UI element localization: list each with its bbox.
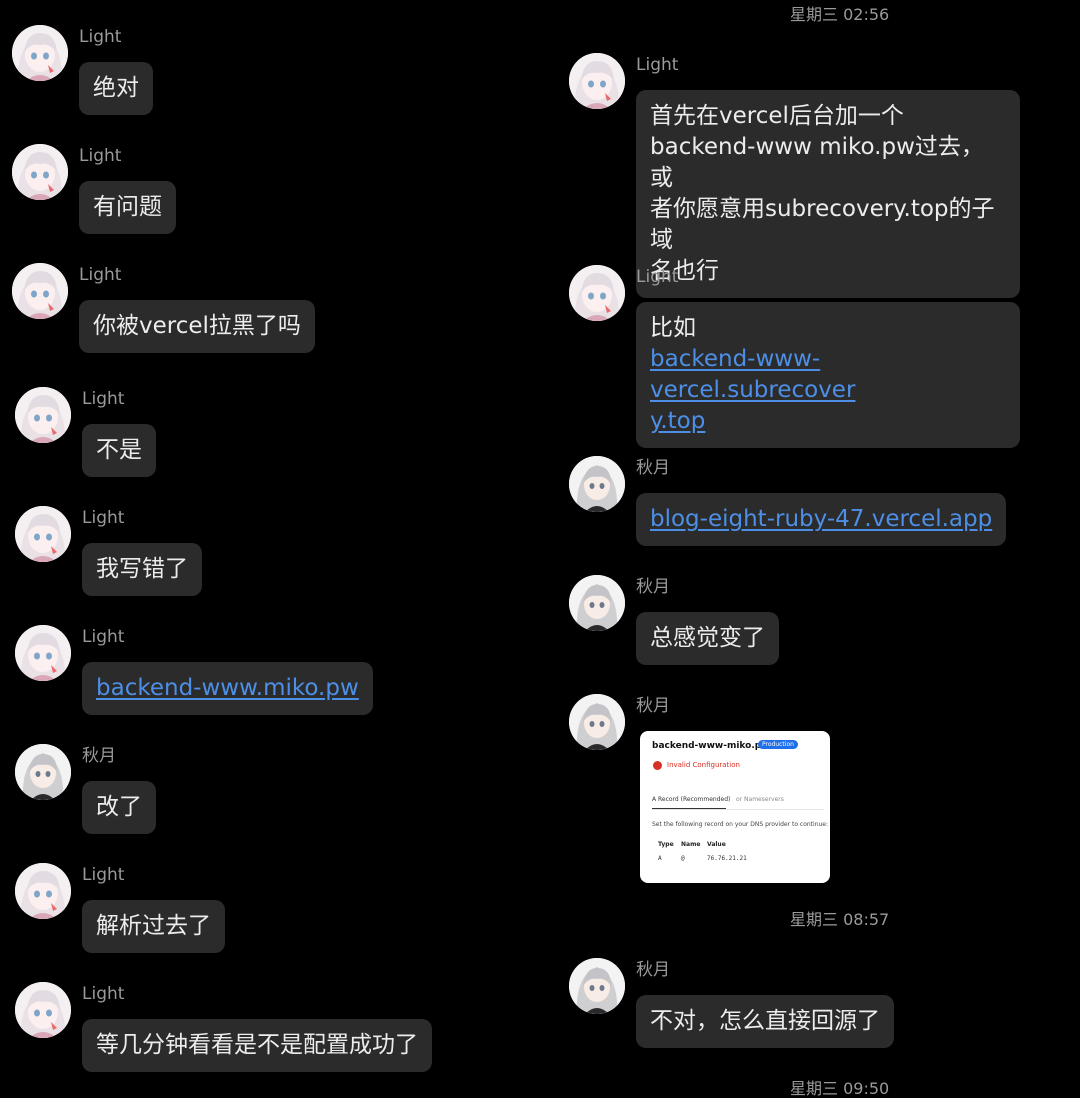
message-bubble[interactable]: 等几分钟看看是不是配置成功了 [82,1019,432,1072]
message-bubble[interactable]: 绝对 [79,62,153,115]
sender-name: Light [79,265,122,285]
light-avatar-icon[interactable] [15,863,71,919]
message-bubble[interactable]: 改了 [82,781,156,834]
message-line: 者你愿意用subrecovery.top的子域 [650,196,995,253]
card-cell-name: @ [681,855,685,862]
message-link[interactable]: backend-www-vercel.subrecover [650,346,855,403]
light-avatar-icon[interactable] [12,263,68,319]
message-line: backend-www miko.pw过去，或 [650,134,984,191]
light-avatar-icon[interactable] [15,982,71,1038]
card-header-value: Value [707,841,726,848]
message-bubble[interactable]: 不是 [82,424,156,477]
light-avatar-icon[interactable] [569,265,625,321]
sender-name: Light [82,984,125,1004]
message-line: 首先在vercel后台加一个 [650,103,904,129]
message-link[interactable]: blog-eight-ruby-47.vercel.app [650,506,992,532]
sender-name: Light [82,627,125,647]
message-link[interactable]: backend-www.miko.pw [96,675,359,701]
image-message[interactable]: backend-www-miko.pw Production Invalid C… [640,731,830,883]
card-tab-other: or Nameservers [736,796,784,803]
message-bubble[interactable]: 总感觉变了 [636,612,779,665]
card-badge: Production [758,740,798,749]
sender-name: 秋月 [82,746,116,766]
light-avatar-icon[interactable] [15,625,71,681]
light-avatar-icon[interactable] [15,387,71,443]
card-tab-active: A Record (Recommended) [652,796,731,803]
sender-name: 秋月 [636,577,670,597]
chat-screen: Light 绝对 Light 有问题 Light 你被vercel拉黑了吗 Li… [0,0,1080,1098]
message-bubble[interactable]: 有问题 [79,181,176,234]
card-cell-type: A [658,855,662,862]
qiuyue-avatar-icon[interactable] [15,744,71,800]
qiuyue-avatar-icon[interactable] [569,456,625,512]
card-cell-value: 76.76.21.21 [707,855,747,862]
message-bubble[interactable]: 你被vercel拉黑了吗 [79,300,315,353]
light-avatar-icon[interactable] [12,25,68,81]
light-avatar-icon[interactable] [12,144,68,200]
card-instruction: Set the following record on your DNS pro… [652,821,829,828]
timestamp: 星期三 08:57 [790,910,890,929]
error-icon [653,761,662,770]
sender-name: Light [82,508,125,528]
message-link[interactable]: y.top [650,408,705,434]
card-domain: backend-www-miko.pw [652,741,770,751]
timestamp: 星期三 09:50 [790,1079,890,1098]
sender-name: Light [82,389,125,409]
message-bubble[interactable]: 比如 backend-www-vercel.subrecover y.top [636,302,1020,448]
card-error: Invalid Configuration [667,761,740,769]
message-bubble[interactable]: 不对，怎么直接回源了 [636,995,894,1048]
qiuyue-avatar-icon[interactable] [569,694,625,750]
timestamp: 星期三 02:56 [790,5,890,24]
sender-name: 秋月 [636,960,670,980]
message-bubble[interactable]: 首先在vercel后台加一个 backend-www miko.pw过去，或 者… [636,90,1020,298]
card-header-name: Name [681,841,701,848]
qiuyue-avatar-icon[interactable] [569,958,625,1014]
message-bubble: backend-www.miko.pw [82,662,373,715]
sender-name: Light [636,55,679,75]
message-line: 名也行 [650,258,719,284]
message-bubble[interactable]: 我写错了 [82,543,202,596]
light-avatar-icon[interactable] [569,53,625,109]
card-divider [652,809,824,810]
qiuyue-avatar-icon[interactable] [569,575,625,631]
sender-name: Light [79,146,122,166]
sender-name: Light [636,267,679,287]
message-bubble: blog-eight-ruby-47.vercel.app [636,493,1007,546]
sender-name: 秋月 [636,696,670,716]
message-bubble[interactable]: 解析过去了 [82,900,225,953]
sender-name: 秋月 [636,458,670,478]
sender-name: Light [79,27,122,47]
message-text: 比如 [650,315,696,341]
sender-name: Light [82,865,125,885]
light-avatar-icon[interactable] [15,506,71,562]
card-tab-underline [652,808,726,809]
card-header-type: Type [658,841,674,848]
